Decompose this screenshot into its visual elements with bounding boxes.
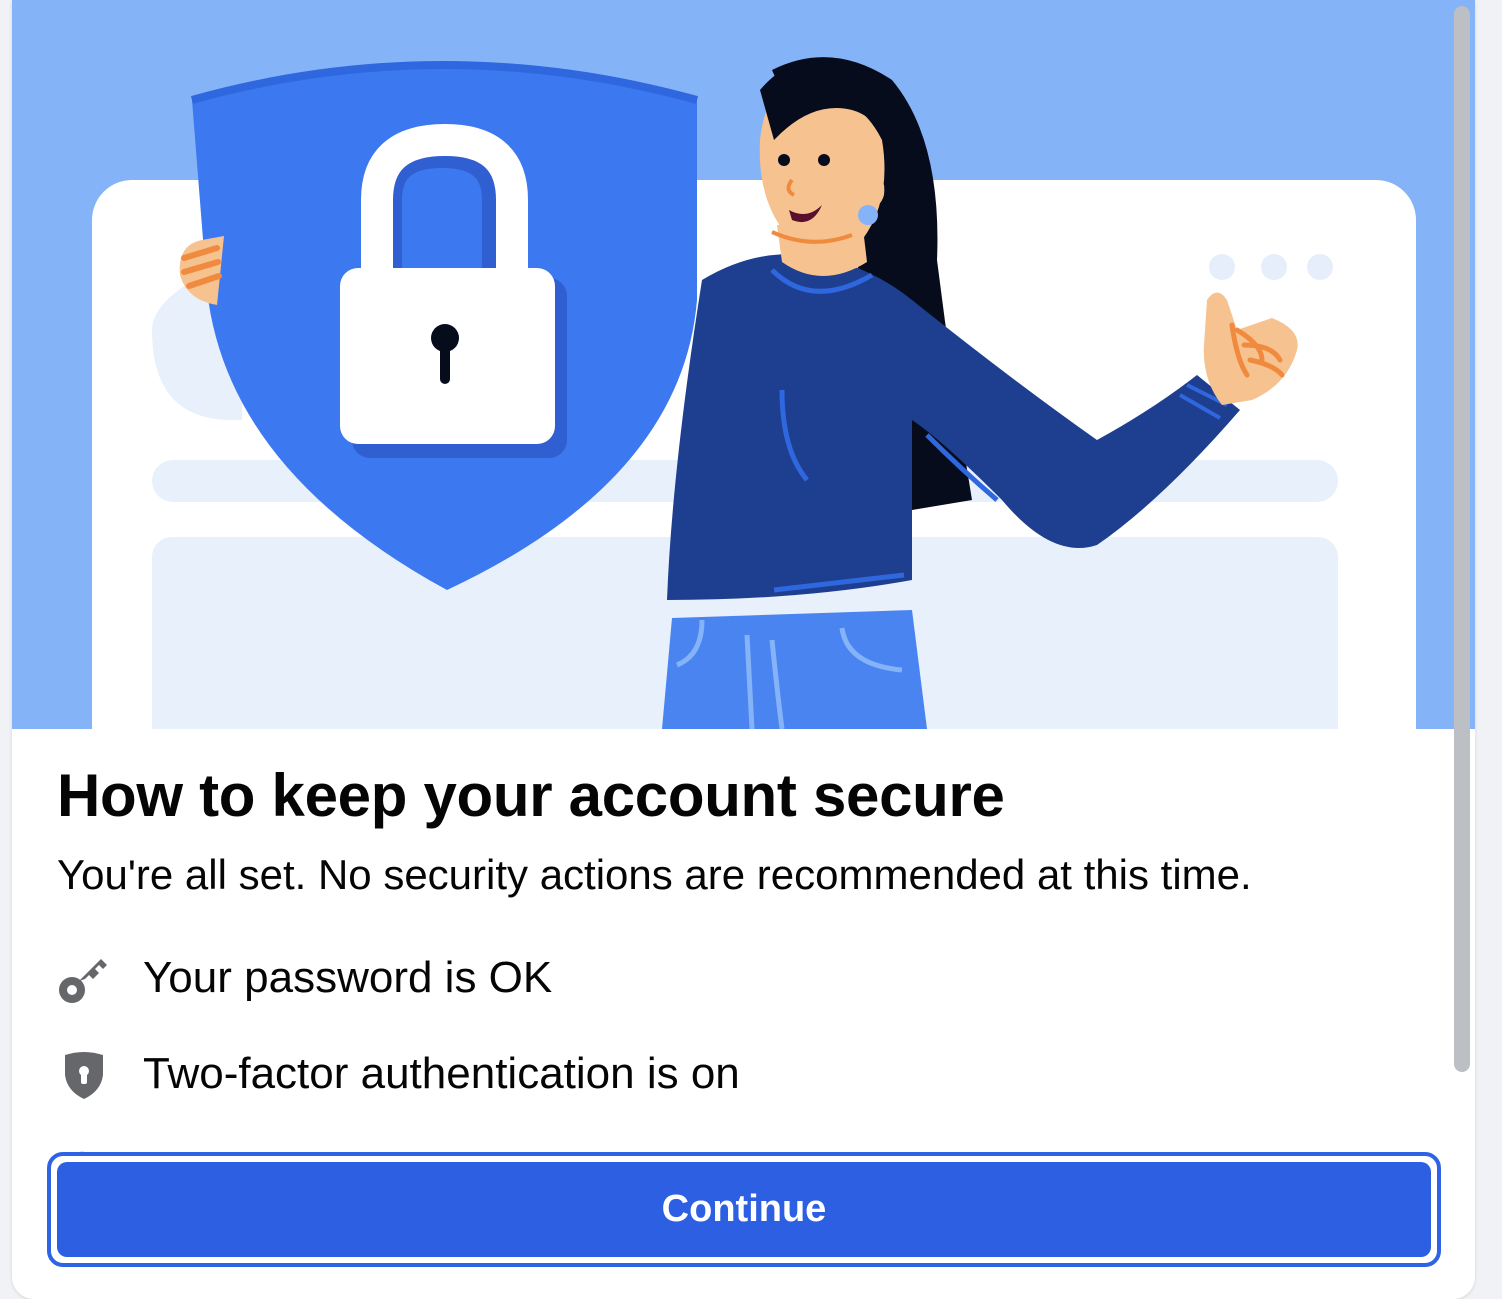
security-checkup-modal: How to keep your account secure You're a… (12, 0, 1475, 1299)
status-item-two-factor: Two-factor authentication is on (57, 1047, 1357, 1107)
shield-lock-icon (57, 1047, 111, 1101)
status-item-password: Your password is OK (57, 951, 1357, 1011)
status-label: Your password is OK (143, 953, 553, 1002)
continue-button[interactable]: Continue (47, 1152, 1441, 1267)
modal-title: How to keep your account secure (57, 762, 1005, 829)
modal-subtitle: You're all set. No security actions are … (57, 851, 1252, 898)
modal-content: How to keep your account secure You're a… (12, 729, 1475, 1299)
continue-button-fill[interactable]: Continue (57, 1162, 1431, 1257)
scrollbar[interactable] (1452, 0, 1474, 1299)
status-label: Two-factor authentication is on (143, 1049, 740, 1098)
key-icon (57, 951, 111, 1005)
scrollbar-thumb[interactable] (1454, 6, 1470, 1072)
hero-illustration (12, 0, 1475, 729)
continue-label: Continue (661, 1188, 827, 1230)
